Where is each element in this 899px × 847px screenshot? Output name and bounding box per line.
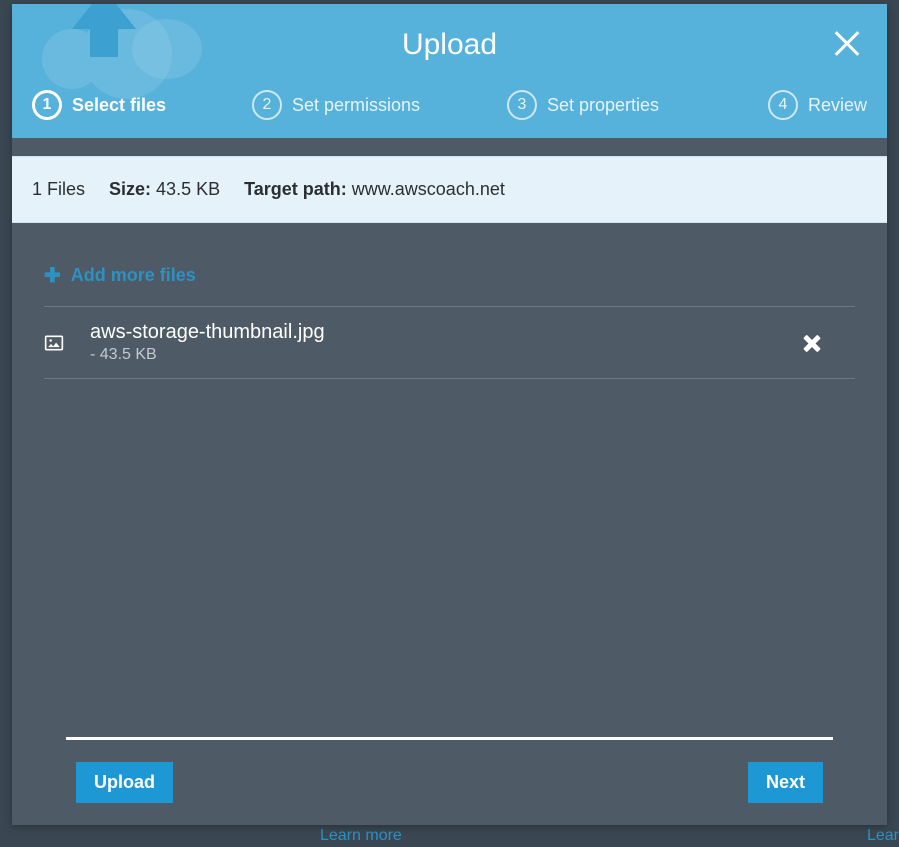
backdrop-learn-right: Lear — [867, 827, 899, 845]
info-bar: 1 Files Size: 43.5 KB Target path: www.a… — [12, 156, 887, 223]
content-area: ✚ Add more files aws-storage-thumbnail.j… — [12, 223, 887, 825]
step-label-4: Review — [808, 95, 867, 116]
upload-button[interactable]: Upload — [76, 762, 173, 803]
close-icon[interactable] — [833, 30, 861, 58]
step-number-4: 4 — [768, 90, 798, 120]
step-label-2: Set permissions — [292, 95, 420, 116]
modal-footer: Upload Next — [44, 740, 855, 825]
target-label: Target path: — [244, 179, 347, 199]
size-info: Size: 43.5 KB — [109, 179, 220, 200]
upload-modal: Upload 1 Select files 2 Set permissions … — [12, 4, 887, 825]
upload-arrow-icon — [72, 4, 136, 29]
step-set-properties[interactable]: 3 Set properties — [507, 90, 659, 120]
size-label: Size: — [109, 179, 151, 199]
file-info: aws-storage-thumbnail.jpg - 43.5 KB — [90, 321, 777, 364]
step-number-2: 2 — [252, 90, 282, 120]
modal-title: Upload — [12, 28, 887, 62]
step-number-3: 3 — [507, 90, 537, 120]
target-value: www.awscoach.net — [352, 179, 505, 199]
step-number-1: 1 — [32, 90, 62, 120]
backdrop-learn-more: Learn more — [320, 827, 402, 845]
step-set-permissions[interactable]: 2 Set permissions — [252, 90, 420, 120]
step-review[interactable]: 4 Review — [768, 90, 867, 120]
size-value: 43.5 KB — [156, 179, 220, 199]
file-count: 1 Files — [32, 179, 85, 200]
remove-file-icon[interactable] — [803, 333, 823, 353]
target-info: Target path: www.awscoach.net — [244, 179, 505, 200]
image-file-icon — [44, 333, 64, 353]
plus-icon: ✚ — [44, 263, 61, 288]
step-label-3: Set properties — [547, 95, 659, 116]
file-list: aws-storage-thumbnail.jpg - 43.5 KB — [44, 306, 855, 379]
file-row: aws-storage-thumbnail.jpg - 43.5 KB — [44, 307, 855, 379]
add-more-label: Add more files — [71, 265, 196, 286]
next-button[interactable]: Next — [748, 762, 823, 803]
file-name: aws-storage-thumbnail.jpg — [90, 321, 777, 344]
wizard-steps: 1 Select files 2 Set permissions 3 Set p… — [12, 90, 887, 138]
step-select-files[interactable]: 1 Select files — [32, 90, 166, 120]
modal-header: Upload 1 Select files 2 Set permissions … — [12, 4, 887, 138]
step-label-1: Select files — [72, 95, 166, 116]
file-size: - 43.5 KB — [90, 346, 777, 364]
add-more-files-button[interactable]: ✚ Add more files — [44, 263, 855, 288]
